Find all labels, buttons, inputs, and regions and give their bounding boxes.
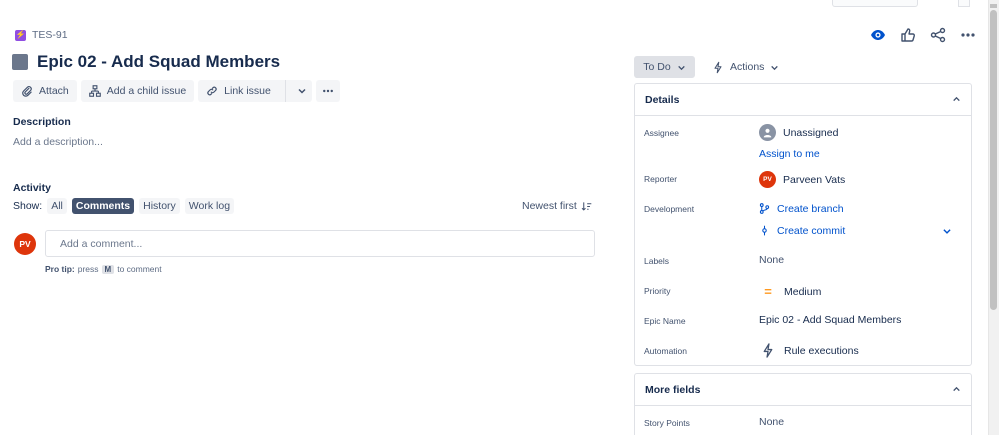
details-heading: Details	[645, 93, 680, 106]
chevron-down-icon[interactable]	[942, 226, 952, 236]
issue-key-link[interactable]: TES-91	[32, 29, 68, 41]
activity-filter-row: Show: All Comments History Work log	[13, 198, 235, 214]
issue-title[interactable]: Epic 02 - Add Squad Members	[37, 52, 280, 72]
pro-tip-label: Pro tip:	[45, 264, 75, 274]
chevron-up-icon	[953, 386, 960, 392]
issue-toolbar: Attach Add a child issue Link issue	[13, 80, 340, 102]
show-label: Show:	[13, 200, 43, 212]
reporter-value[interactable]: PV Parveen Vats	[759, 171, 845, 188]
watch-icon[interactable]	[870, 27, 886, 43]
create-commit-label: Create commit	[777, 224, 846, 237]
automation-value[interactable]: Rule executions	[759, 343, 859, 358]
filter-work-log[interactable]: Work log	[184, 198, 235, 214]
sort-button[interactable]: Newest first	[522, 200, 592, 212]
filter-history[interactable]: History	[139, 198, 180, 214]
sort-icon	[581, 201, 592, 211]
shortcut-key: M	[101, 264, 115, 274]
status-dropdown[interactable]: To Do	[634, 56, 695, 78]
issue-header-actions	[870, 27, 976, 43]
story-points-label: Story Points	[644, 418, 690, 428]
description-input[interactable]: Add a description...	[13, 136, 103, 148]
automation-label: Automation	[644, 346, 687, 356]
scrollbar-thumb[interactable]	[990, 10, 997, 310]
like-icon[interactable]	[900, 27, 916, 43]
link-issue-group: Link issue	[198, 80, 312, 102]
status-label: To Do	[643, 61, 671, 73]
epic-icon: ⚡	[15, 29, 26, 41]
more-icon[interactable]	[960, 27, 976, 43]
top-strip	[832, 0, 918, 7]
more-fields-header[interactable]: More fields	[635, 374, 971, 406]
epic-name-value[interactable]: Epic 02 - Add Squad Members	[759, 314, 901, 326]
lightning-icon	[763, 343, 773, 358]
assignee-value[interactable]: Unassigned	[759, 124, 838, 141]
assignee-label: Assignee	[644, 128, 679, 138]
reporter-name: Parveen Vats	[783, 173, 846, 186]
lightning-icon	[714, 61, 722, 73]
chevron-up-icon	[953, 96, 960, 102]
breadcrumb: ⚡ TES-91	[15, 29, 68, 41]
chevron-down-icon	[677, 65, 685, 70]
link-issue-dropdown[interactable]	[292, 80, 312, 102]
chevron-down-icon	[771, 65, 779, 70]
child-issue-icon	[88, 85, 101, 97]
title-row: Epic 02 - Add Squad Members	[12, 52, 280, 72]
priority-label: Priority	[644, 286, 671, 296]
pro-tip-rest: to comment	[117, 264, 162, 274]
description-heading: Description	[13, 116, 71, 128]
scrollbar-arrow[interactable]	[990, 4, 997, 8]
branch-icon	[759, 203, 770, 214]
commit-icon	[762, 225, 767, 236]
reporter-label: Reporter	[644, 174, 678, 184]
more-actions-button[interactable]	[315, 80, 340, 102]
link-icon	[207, 86, 217, 96]
details-header[interactable]: Details	[635, 84, 971, 116]
assignee-name: Unassigned	[783, 126, 839, 139]
pro-tip: Pro tip: press M to comment	[45, 264, 162, 274]
add-child-issue-button[interactable]: Add a child issue	[80, 80, 195, 102]
epic-name-label: Epic Name	[644, 316, 686, 326]
labels-value[interactable]: None	[759, 254, 784, 266]
more-icon	[322, 89, 333, 93]
top-strip-small	[958, 0, 970, 7]
priority-name: Medium	[784, 285, 822, 298]
actions-button[interactable]: Actions	[708, 56, 783, 78]
more-fields-heading: More fields	[645, 383, 701, 396]
labels-label: Labels	[644, 256, 670, 266]
user-icon	[759, 124, 776, 141]
automation-label-value: Rule executions	[784, 344, 859, 357]
priority-value[interactable]: = Medium	[759, 284, 821, 299]
filter-all[interactable]: All	[47, 198, 67, 214]
create-branch-link[interactable]: Create branch	[759, 202, 844, 215]
avatar: PV	[14, 233, 36, 255]
attach-icon	[22, 86, 32, 97]
create-branch-label: Create branch	[777, 202, 844, 215]
development-label: Development	[644, 204, 695, 214]
issue-type-icon	[12, 54, 28, 70]
sort-label: Newest first	[522, 200, 577, 212]
actions-label: Actions	[730, 61, 765, 73]
divider	[284, 80, 286, 102]
activity-heading: Activity	[13, 182, 51, 194]
comment-input[interactable]: Add a comment...	[45, 230, 595, 257]
pro-tip-press: press	[77, 264, 99, 274]
link-issue-button[interactable]: Link issue	[198, 80, 279, 102]
add-child-label: Add a child issue	[106, 85, 187, 97]
chevron-down-icon	[298, 88, 306, 94]
link-issue-label: Link issue	[224, 85, 271, 97]
share-icon[interactable]	[930, 27, 946, 43]
priority-medium-icon: =	[764, 284, 772, 299]
assign-to-me-link[interactable]: Assign to me	[759, 148, 820, 160]
filter-comments[interactable]: Comments	[71, 198, 135, 214]
story-points-value[interactable]: None	[759, 416, 784, 428]
attach-label: Attach	[39, 85, 69, 97]
create-commit-link[interactable]: Create commit	[759, 224, 845, 237]
attach-button[interactable]: Attach	[13, 80, 77, 102]
avatar: PV	[759, 171, 776, 188]
